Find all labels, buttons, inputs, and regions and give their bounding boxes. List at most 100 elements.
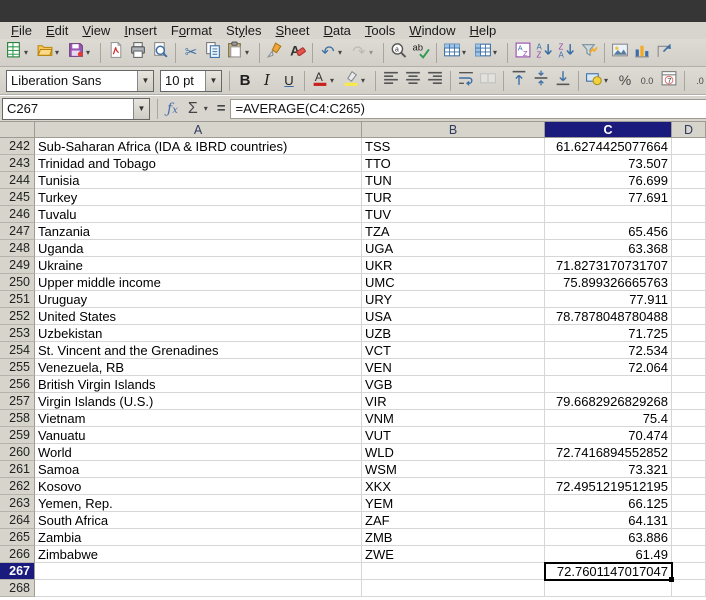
font-size-combobox[interactable]: 10 pt ▼ bbox=[160, 69, 222, 92]
cell-D-267[interactable] bbox=[672, 563, 706, 580]
cell-A-258[interactable]: Vietnam bbox=[35, 410, 362, 427]
format-date-button[interactable]: 7 bbox=[658, 69, 680, 93]
column-header-B[interactable]: B bbox=[362, 122, 545, 138]
cell-D-251[interactable] bbox=[672, 291, 706, 308]
row-header-266[interactable]: 266 bbox=[0, 546, 35, 563]
row-header-258[interactable]: 258 bbox=[0, 410, 35, 427]
align-right-button[interactable] bbox=[424, 69, 446, 93]
row-header-262[interactable]: 262 bbox=[0, 478, 35, 495]
row-header-246[interactable]: 246 bbox=[0, 206, 35, 223]
cell-D-254[interactable] bbox=[672, 342, 706, 359]
align-left-button[interactable] bbox=[380, 69, 402, 93]
clear-formatting-button[interactable]: A bbox=[286, 41, 308, 65]
chevron-down-icon[interactable]: ▾ bbox=[369, 48, 377, 57]
cell-D-257[interactable] bbox=[672, 393, 706, 410]
cell-D-265[interactable] bbox=[672, 529, 706, 546]
cell-A-250[interactable]: Upper middle income bbox=[35, 274, 362, 291]
cell-D-261[interactable] bbox=[672, 461, 706, 478]
cell-D-266[interactable] bbox=[672, 546, 706, 563]
print-preview-button[interactable] bbox=[149, 41, 171, 65]
cell-D-244[interactable] bbox=[672, 172, 706, 189]
cell-D-253[interactable] bbox=[672, 325, 706, 342]
bold-button[interactable]: B bbox=[234, 69, 256, 93]
cell-C-268[interactable] bbox=[545, 580, 672, 597]
cell-C-244[interactable]: 76.699 bbox=[545, 172, 672, 189]
cell-A-264[interactable]: South Africa bbox=[35, 512, 362, 529]
cell-D-255[interactable] bbox=[672, 359, 706, 376]
wrap-text-button[interactable] bbox=[455, 69, 477, 93]
cell-A-251[interactable]: Uruguay bbox=[35, 291, 362, 308]
cell-D-249[interactable] bbox=[672, 257, 706, 274]
cell-C-254[interactable]: 72.534 bbox=[545, 342, 672, 359]
cell-B-268[interactable] bbox=[362, 580, 545, 597]
chevron-down-icon[interactable]: ▾ bbox=[245, 48, 253, 57]
cell-B-247[interactable]: TZA bbox=[362, 223, 545, 240]
open-button[interactable]: ▾ bbox=[34, 41, 65, 65]
italic-button[interactable]: I bbox=[256, 69, 278, 93]
cell-A-262[interactable]: Kosovo bbox=[35, 478, 362, 495]
row-header-256[interactable]: 256 bbox=[0, 376, 35, 393]
cut-button[interactable]: ✂ bbox=[180, 41, 202, 65]
row-header-264[interactable]: 264 bbox=[0, 512, 35, 529]
cell-B-244[interactable]: TUN bbox=[362, 172, 545, 189]
cell-A-268[interactable] bbox=[35, 580, 362, 597]
delete-decimal-button[interactable]: .0 bbox=[689, 69, 706, 93]
chevron-down-icon[interactable]: ▾ bbox=[86, 48, 94, 57]
chevron-down-icon[interactable]: ▾ bbox=[462, 48, 470, 57]
menu-styles[interactable]: Styles bbox=[219, 22, 268, 39]
insert-image-button[interactable] bbox=[609, 41, 631, 65]
cell-D-246[interactable] bbox=[672, 206, 706, 223]
cell-C-259[interactable]: 70.474 bbox=[545, 427, 672, 444]
cell-A-246[interactable]: Tuvalu bbox=[35, 206, 362, 223]
cell-D-252[interactable] bbox=[672, 308, 706, 325]
cell-B-250[interactable]: UMC bbox=[362, 274, 545, 291]
cell-A-252[interactable]: United States bbox=[35, 308, 362, 325]
cell-C-246[interactable] bbox=[545, 206, 672, 223]
cell-B-255[interactable]: VEN bbox=[362, 359, 545, 376]
active-cell[interactable]: 72.7601147017047 bbox=[545, 563, 672, 580]
insert-rows-button[interactable]: ▾ bbox=[441, 41, 472, 65]
row-header-244[interactable]: 244 bbox=[0, 172, 35, 189]
cell-D-260[interactable] bbox=[672, 444, 706, 461]
clone-formatting-button[interactable] bbox=[264, 41, 286, 65]
cell-B-242[interactable]: TSS bbox=[362, 138, 545, 155]
formula-equals-icon[interactable]: = bbox=[212, 100, 231, 117]
chevron-down-icon[interactable]: ▾ bbox=[338, 48, 346, 57]
cell-C-265[interactable]: 63.886 bbox=[545, 529, 672, 546]
cell-B-264[interactable]: ZAF bbox=[362, 512, 545, 529]
cell-A-255[interactable]: Venezuela, RB bbox=[35, 359, 362, 376]
cell-C-256[interactable] bbox=[545, 376, 672, 393]
row-header-243[interactable]: 243 bbox=[0, 155, 35, 172]
align-bottom-button[interactable] bbox=[552, 69, 574, 93]
cell-A-263[interactable]: Yemen, Rep. bbox=[35, 495, 362, 512]
cell-A-254[interactable]: St. Vincent and the Grenadines bbox=[35, 342, 362, 359]
cell-C-245[interactable]: 77.691 bbox=[545, 189, 672, 206]
cell-A-256[interactable]: British Virgin Islands bbox=[35, 376, 362, 393]
cell-A-266[interactable]: Zimbabwe bbox=[35, 546, 362, 563]
format-currency-button[interactable]: ▾ bbox=[583, 69, 614, 93]
menu-view[interactable]: View bbox=[75, 22, 117, 39]
cell-B-252[interactable]: USA bbox=[362, 308, 545, 325]
cell-A-247[interactable]: Tanzania bbox=[35, 223, 362, 240]
new-document-button[interactable]: ▾ bbox=[3, 41, 34, 65]
menu-file[interactable]: File bbox=[4, 22, 39, 39]
cell-C-255[interactable]: 72.064 bbox=[545, 359, 672, 376]
cell-B-257[interactable]: VIR bbox=[362, 393, 545, 410]
row-header-252[interactable]: 252 bbox=[0, 308, 35, 325]
chevron-down-icon[interactable]: ▼ bbox=[133, 98, 149, 119]
cell-A-249[interactable]: Ukraine bbox=[35, 257, 362, 274]
column-header-A[interactable]: A bbox=[35, 122, 362, 138]
highlighting-color-button[interactable]: ▾ bbox=[340, 69, 371, 93]
center-vertically-button[interactable] bbox=[530, 69, 552, 93]
cell-A-242[interactable]: Sub-Saharan Africa (IDA & IBRD countries… bbox=[35, 138, 362, 155]
sort-ascending-button[interactable]: AZ bbox=[534, 41, 556, 65]
cell-C-260[interactable]: 72.7416894552852 bbox=[545, 444, 672, 461]
row-header-260[interactable]: 260 bbox=[0, 444, 35, 461]
row-header-268[interactable]: 268 bbox=[0, 580, 35, 597]
cell-C-249[interactable]: 71.8273170731707 bbox=[545, 257, 672, 274]
column-header-D[interactable]: D bbox=[672, 122, 706, 138]
row-header-257[interactable]: 257 bbox=[0, 393, 35, 410]
menu-window[interactable]: Window bbox=[402, 22, 462, 39]
format-percent-button[interactable]: % bbox=[614, 69, 636, 93]
chevron-down-icon[interactable]: ▾ bbox=[55, 48, 63, 57]
